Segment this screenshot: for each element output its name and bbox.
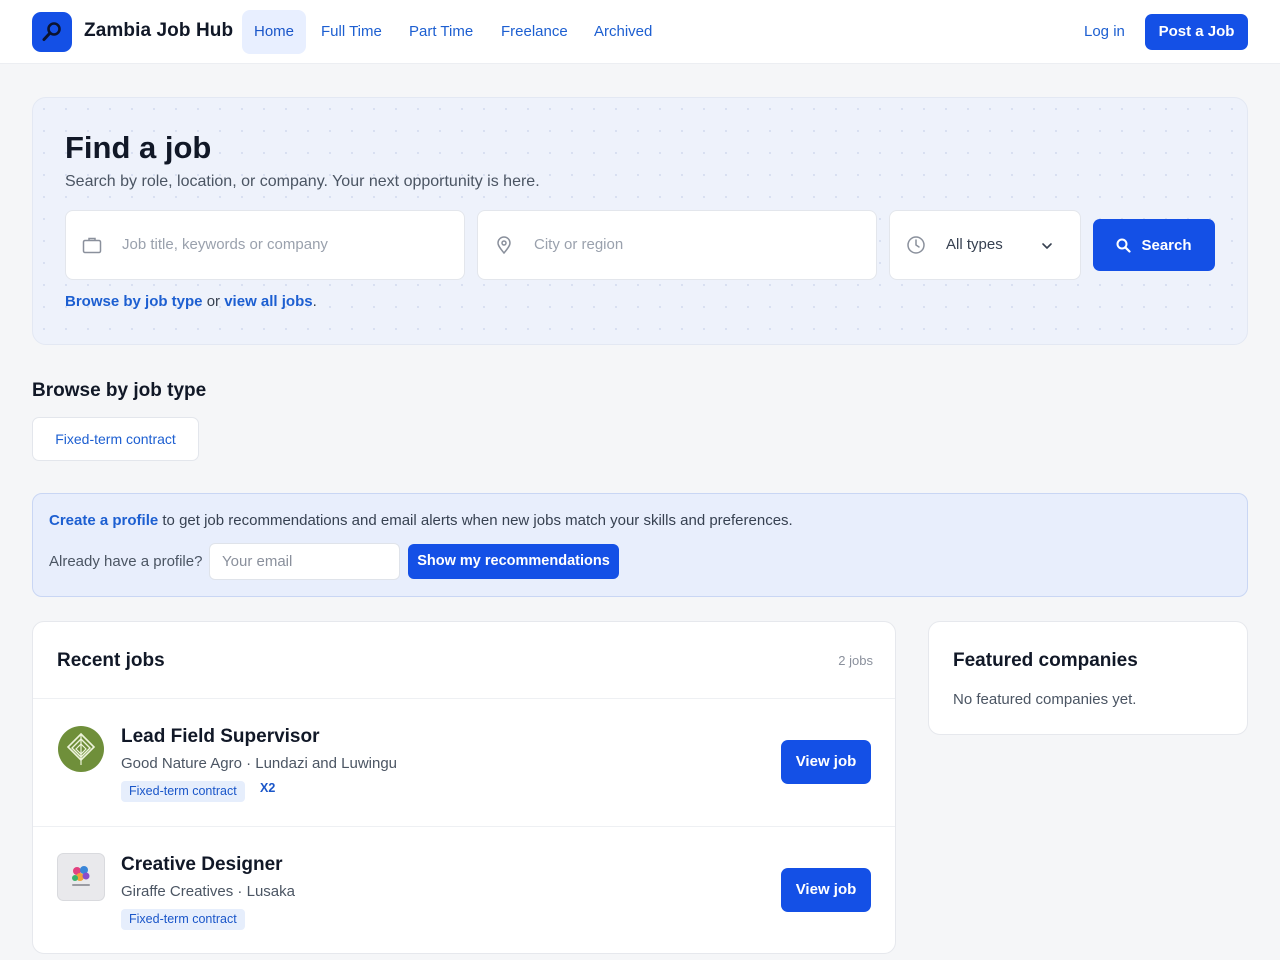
search-button[interactable]: Search xyxy=(1093,219,1215,271)
job-row: Creative Designer Giraffe Creatives · Lu… xyxy=(33,827,895,953)
briefcase-icon xyxy=(82,237,102,254)
search-key-icon xyxy=(42,22,61,41)
banner-description: to get job recommendations and email ale… xyxy=(158,512,793,529)
job-type-value: All types xyxy=(946,236,1003,253)
job-meta: Good Nature Agro · Lundazi and Luwingu xyxy=(121,755,398,772)
clock-icon xyxy=(907,236,925,254)
hero-links: Browse by job type or view all jobs. xyxy=(65,293,317,310)
show-recommendations-button[interactable]: Show my recommendations xyxy=(408,544,619,579)
hero-title: Find a job xyxy=(65,130,212,165)
keyword-field[interactable]: Job title, keywords or company xyxy=(65,210,465,280)
post-job-button[interactable]: Post a Job xyxy=(1145,14,1248,50)
job-type-chip[interactable]: Fixed-term contract xyxy=(32,417,199,461)
nav-part-time[interactable]: Part Time xyxy=(397,10,485,54)
giraffe-creatives-logo xyxy=(57,853,105,901)
login-link[interactable]: Log in xyxy=(1072,14,1137,50)
search-icon xyxy=(1116,238,1132,253)
site-logo[interactable] xyxy=(32,12,72,52)
recent-jobs-card: Recent jobs 2 jobs Lead Field Supervisor… xyxy=(32,621,896,954)
recent-jobs-header: Recent jobs 2 jobs xyxy=(33,622,895,699)
chevron-down-icon xyxy=(1042,243,1052,249)
location-field[interactable]: City or region xyxy=(477,210,877,280)
job-title[interactable]: Lead Field Supervisor xyxy=(121,726,320,748)
featured-companies-card: Featured companies No featured companies… xyxy=(928,621,1248,735)
location-input[interactable]: City or region xyxy=(534,236,623,253)
jobs-count: 2 jobs xyxy=(838,653,873,668)
browse-section-title: Browse by job type xyxy=(32,380,207,401)
job-type-select[interactable]: All types xyxy=(889,210,1081,280)
create-profile-link[interactable]: Create a profile xyxy=(49,512,158,529)
profile-question: Already have a profile? xyxy=(49,553,203,570)
view-all-jobs-link[interactable]: view all jobs xyxy=(224,293,312,310)
site-header: Zambia Job Hub Home Full Time Part Time … xyxy=(0,0,1280,64)
job-meta: Giraffe Creatives · Lusaka xyxy=(121,883,295,900)
map-pin-icon xyxy=(497,236,511,255)
browse-by-type-link[interactable]: Browse by job type xyxy=(65,293,203,310)
job-row: Lead Field Supervisor Good Nature Agro ·… xyxy=(33,699,895,827)
nav-archived[interactable]: Archived xyxy=(582,10,664,54)
email-input[interactable] xyxy=(209,543,400,580)
job-title[interactable]: Creative Designer xyxy=(121,854,283,876)
nav-home[interactable]: Home xyxy=(242,10,307,54)
hero-subtitle: Search by role, location, or company. Yo… xyxy=(65,173,540,190)
profile-banner: Create a profile to get job recommendati… xyxy=(32,493,1248,597)
featured-empty-text: No featured companies yet. xyxy=(953,691,1137,708)
nav-full-time[interactable]: Full Time xyxy=(309,10,394,54)
view-job-button[interactable]: View job xyxy=(781,740,871,784)
banner-text: Create a profile to get job recommendati… xyxy=(49,512,793,529)
brand-name[interactable]: Zambia Job Hub xyxy=(84,20,233,42)
job-type-tag: Fixed-term contract xyxy=(121,909,245,930)
good-nature-agro-logo xyxy=(58,726,104,772)
hero-search-panel: Find a job Search by role, location, or … xyxy=(32,97,1248,345)
links-period: . xyxy=(312,293,317,310)
search-label: Search xyxy=(1141,236,1192,254)
view-job-button[interactable]: View job xyxy=(781,868,871,912)
recent-jobs-title: Recent jobs xyxy=(57,650,165,671)
positions-badge: X2 xyxy=(260,781,276,795)
keyword-input[interactable]: Job title, keywords or company xyxy=(122,236,328,253)
job-type-tag: Fixed-term contract xyxy=(121,781,245,802)
nav-freelance[interactable]: Freelance xyxy=(489,10,580,54)
featured-companies-title: Featured companies xyxy=(953,650,1138,671)
or-text: or xyxy=(202,293,225,310)
